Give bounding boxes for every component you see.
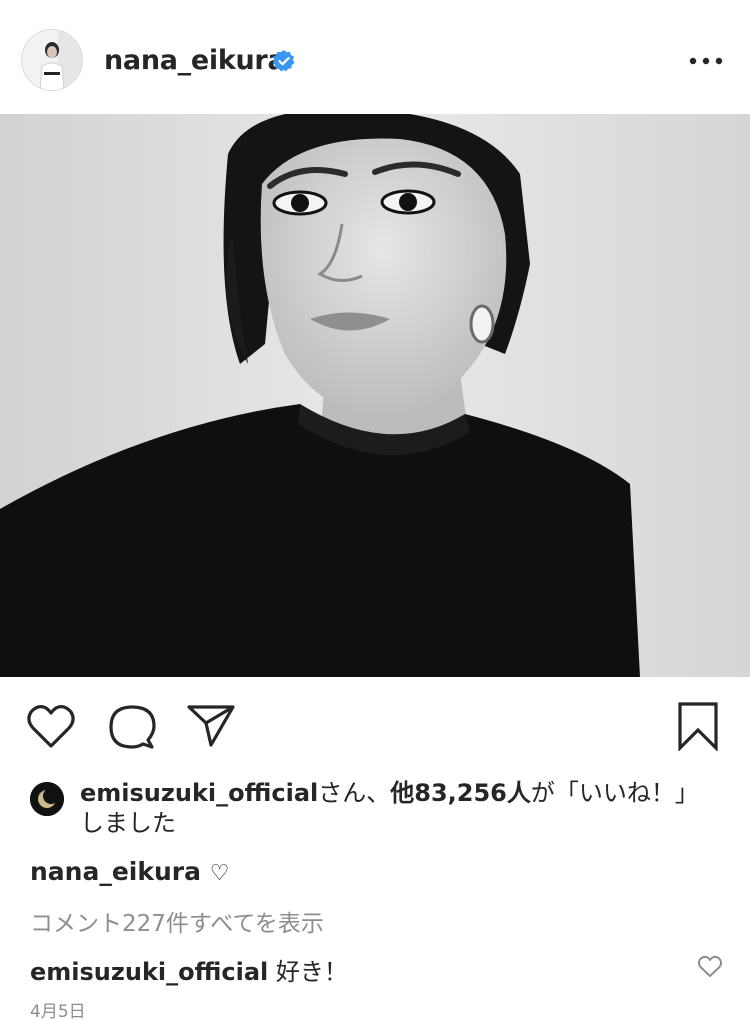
profile-avatar[interactable] [21,29,83,91]
liker-avatar[interactable] [30,782,64,816]
more-horizontal-icon[interactable] [688,52,724,70]
comment-text: 好き！ [268,958,348,986]
likes-summary: emisuzuki_officialさん、他83,256人が「いいね！」しました [30,778,720,838]
post-photo[interactable] [0,114,750,677]
post-date: 4月5日 [30,1002,86,1019]
verified-badge-icon [273,50,295,72]
comment-username[interactable]: emisuzuki_official [30,958,268,986]
likes-count[interactable]: 他83,256人 [390,779,531,807]
like-heart-icon[interactable] [26,704,76,750]
bookmark-icon[interactable] [676,701,720,751]
liker-username[interactable]: emisuzuki_official [80,779,318,807]
post-caption: nana_eikura ♡ [30,857,229,886]
comment-item: emisuzuki_official 好き！ [30,952,348,987]
caption-username[interactable]: nana_eikura [30,857,201,886]
share-paper-plane-icon[interactable] [186,703,236,749]
post-username[interactable]: nana_eikura [104,45,286,76]
comment-like-heart-icon[interactable] [697,955,723,979]
caption-text: ♡ [209,861,230,886]
post-header: nana_eikura [0,0,750,114]
likes-text-mid: さん、 [318,779,391,807]
post-actions [0,677,750,777]
view-all-comments-link[interactable]: コメント227件すべてを表示 [30,904,324,938]
comment-bubble-icon[interactable] [108,703,156,751]
